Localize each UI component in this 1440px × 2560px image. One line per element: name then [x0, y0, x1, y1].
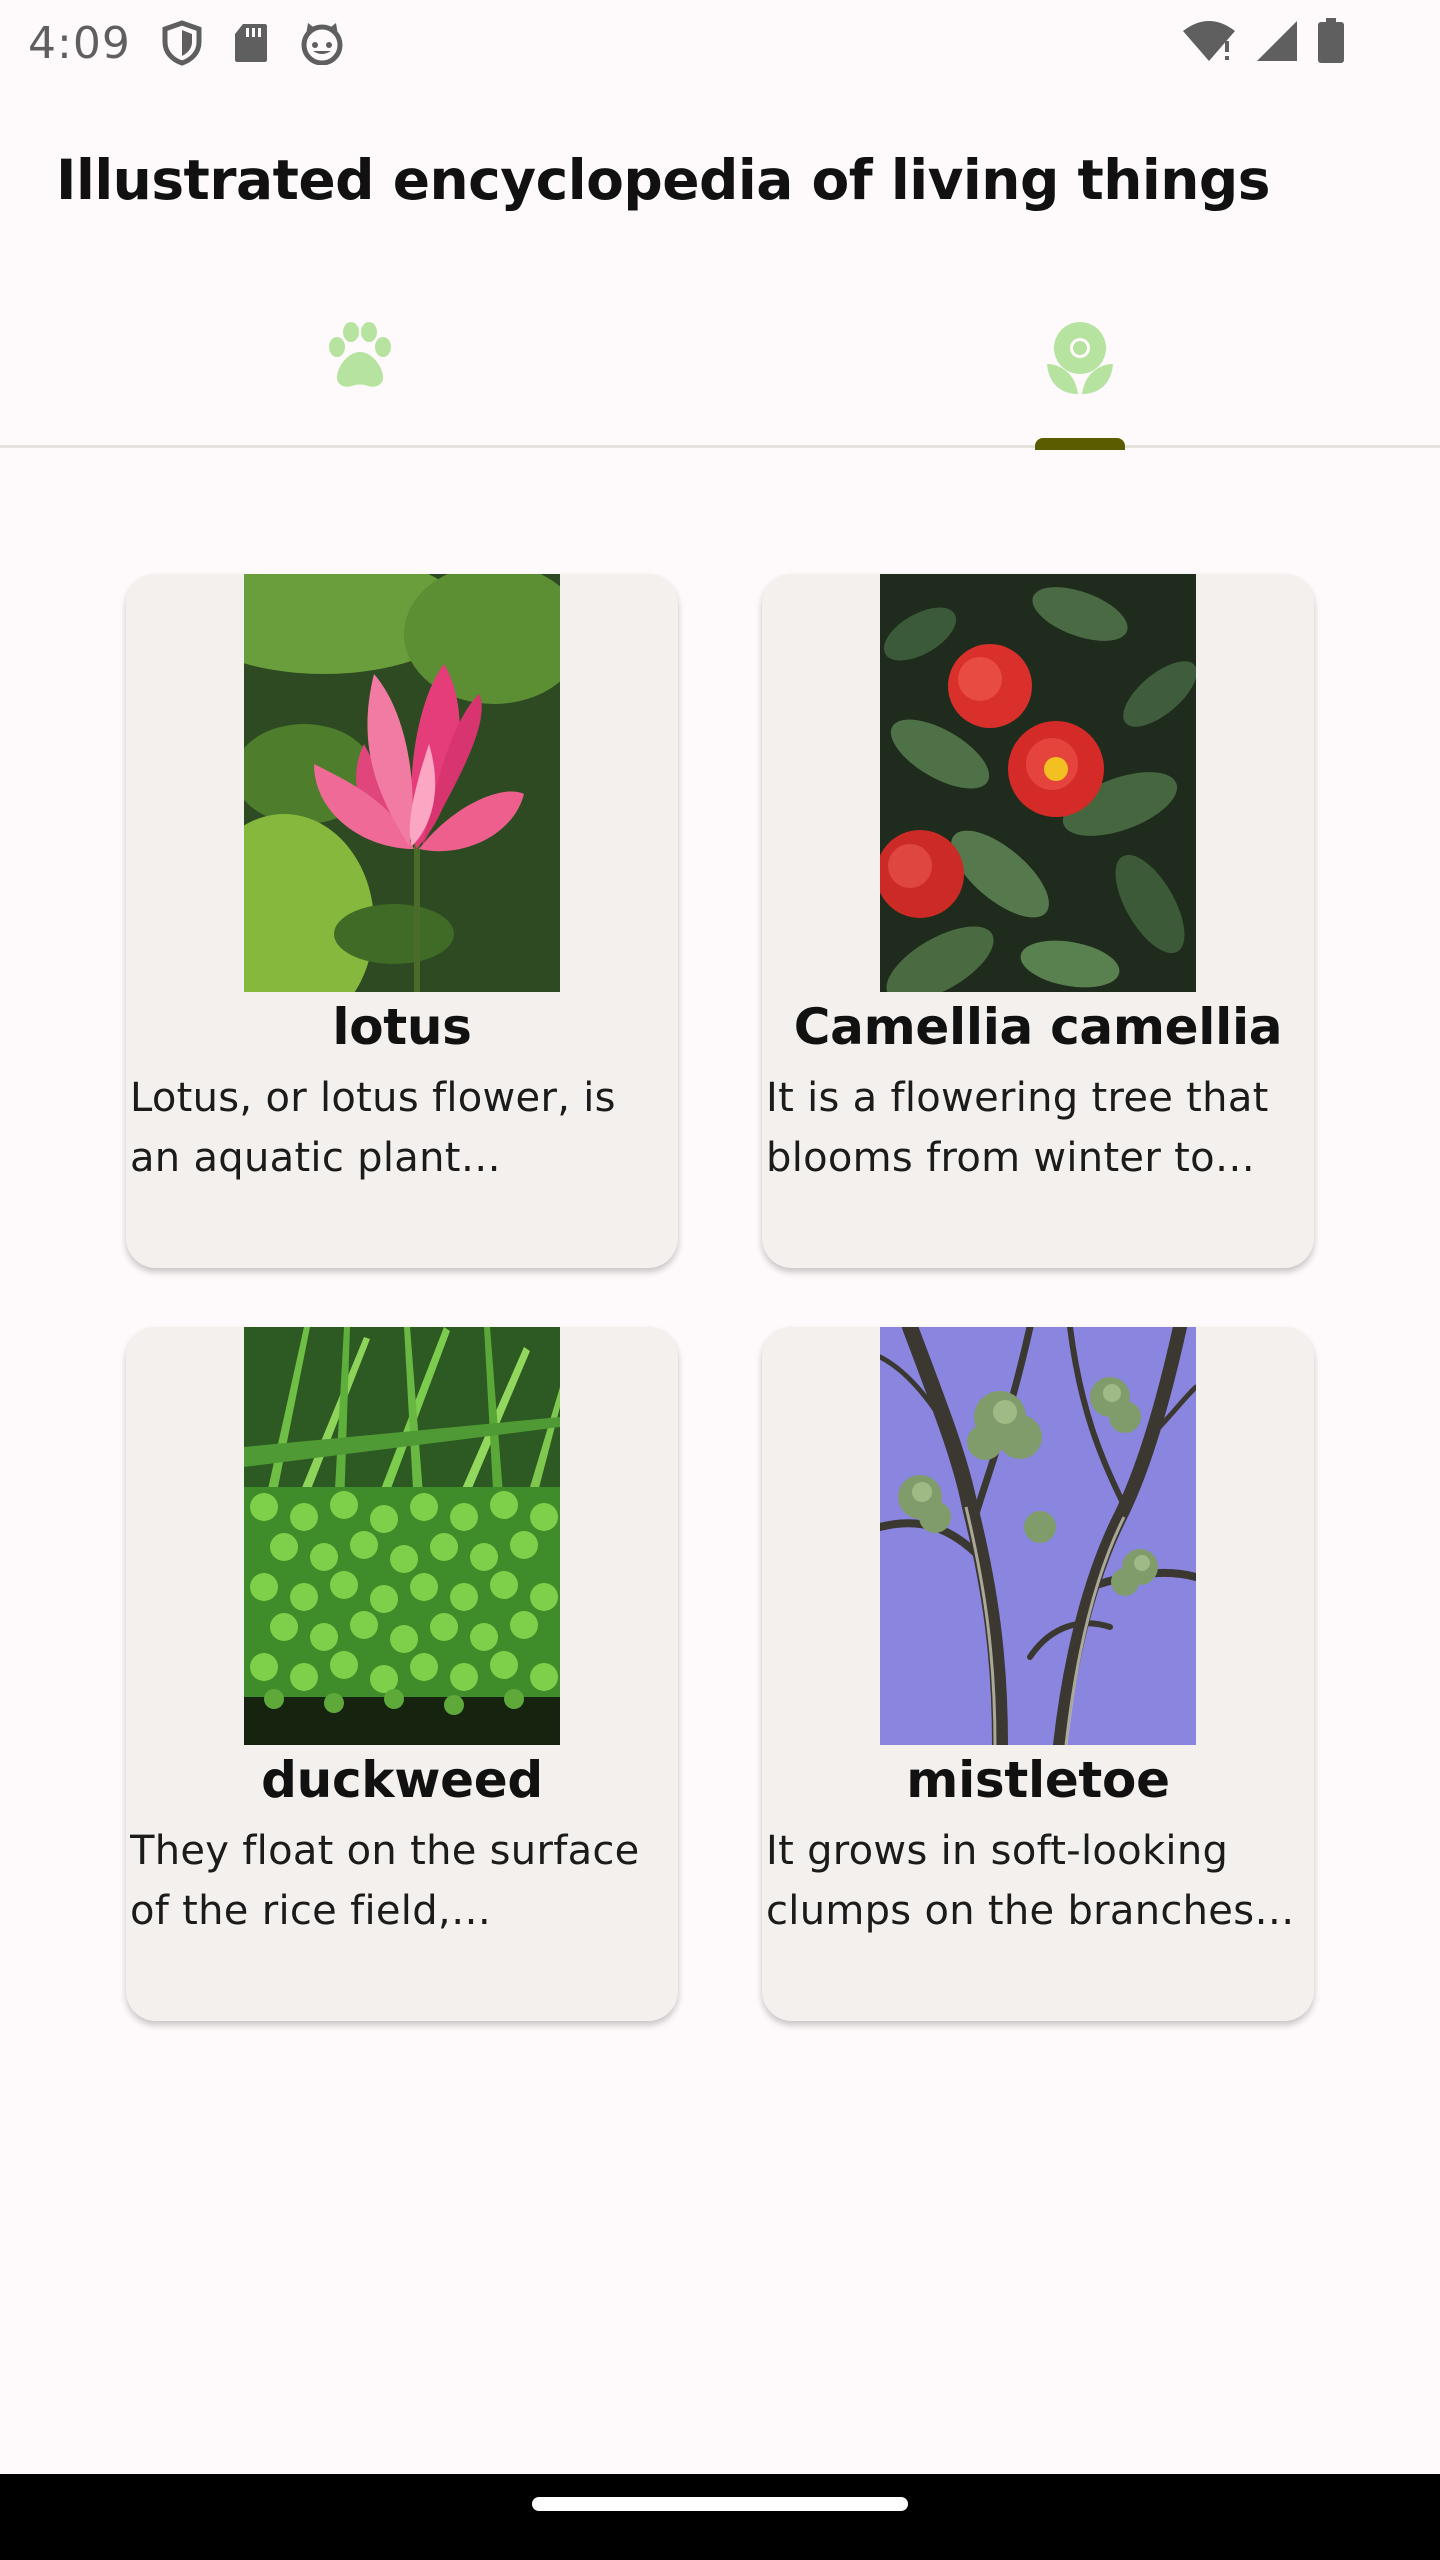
lotus-image: [244, 574, 560, 992]
plant-card-lotus[interactable]: lotus Lotus, or lotus flower, is an aqua…: [126, 574, 678, 1268]
plant-description: Lotus, or lotus flower, is an aquatic pl…: [130, 1075, 616, 1181]
plant-card-duckweed[interactable]: duckweed They float on the surface of th…: [126, 1327, 678, 2021]
plant-card-camellia[interactable]: Camellia camellia It is a flowering tree…: [762, 574, 1314, 1268]
duckweed-image: [244, 1327, 560, 1745]
screen: 4:09 Illustrated encyclopedia of living …: [0, 0, 1440, 2560]
tab-plants[interactable]: [720, 300, 1440, 448]
cat-face-icon: [299, 21, 345, 65]
plant-name: duckweed: [261, 1751, 543, 1809]
shield-icon: [161, 20, 203, 66]
home-gesture-handle[interactable]: [532, 2497, 908, 2511]
wifi-icon: [1181, 19, 1237, 63]
battery-icon: [1317, 18, 1345, 64]
signal-icon: [1255, 19, 1299, 63]
status-time: 4:09: [28, 17, 131, 69]
plant-name: Camellia camellia: [793, 998, 1283, 1056]
status-bar: 4:09: [0, 0, 1440, 86]
plant-name: mistletoe: [906, 1751, 1170, 1809]
paw-icon: [322, 320, 398, 396]
app-title: Illustrated encyclopedia of living thing…: [56, 148, 1271, 212]
camellia-image: [880, 574, 1196, 992]
sd-card-icon: [233, 22, 269, 64]
plant-card-mistletoe[interactable]: mistletoe It grows in soft-looking clump…: [762, 1327, 1314, 2021]
plant-name: lotus: [332, 998, 472, 1056]
tab-animals[interactable]: [0, 300, 720, 448]
plant-description: It is a flowering tree that blooms from …: [766, 1075, 1269, 1181]
selected-tab-indicator: [1035, 438, 1125, 450]
system-navigation-bar: [0, 2474, 1440, 2560]
flower-icon: [1045, 320, 1115, 400]
plant-description: It grows in soft-looking clumps on the b…: [766, 1828, 1255, 1934]
category-tabs: [0, 300, 1440, 450]
plant-description: They float on the surface of the rice fi…: [130, 1828, 640, 1934]
mistletoe-image: [880, 1327, 1196, 1745]
